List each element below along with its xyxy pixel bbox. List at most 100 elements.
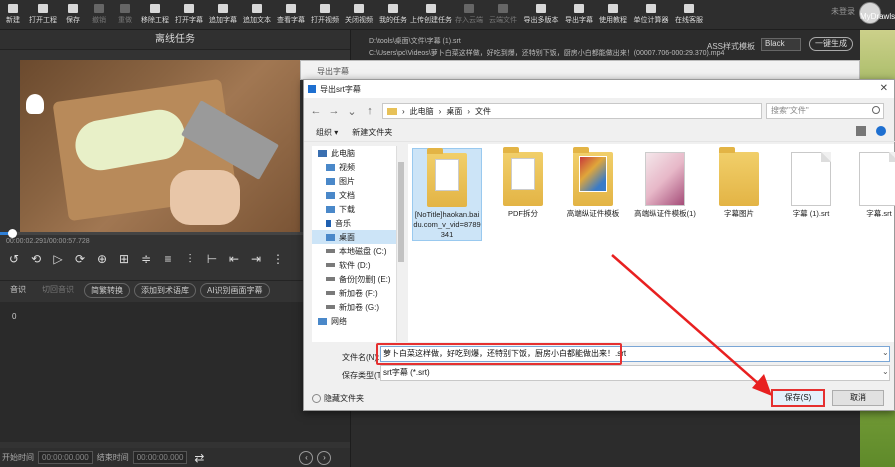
toolbar-button[interactable]: 移除工程 — [138, 0, 172, 29]
edit-button[interactable]: 添加到术语库 — [134, 283, 196, 298]
toolbar-button[interactable]: 保存 — [60, 0, 86, 29]
toolbar-button[interactable]: 撤销 — [86, 0, 112, 29]
ass-template-select[interactable]: Black — [761, 38, 801, 51]
recent-chevron-icon[interactable]: ⌄ — [346, 105, 358, 118]
file-item[interactable]: 字幕.srt — [844, 148, 895, 219]
toolbar-button[interactable]: 云端文件 — [486, 0, 520, 29]
mark-start-icon[interactable]: ⊢ — [204, 251, 220, 267]
prev-icon[interactable]: ⇤ — [226, 251, 242, 267]
subtitle-list[interactable]: 0 — [0, 302, 350, 442]
close-icon[interactable]: ✕ — [880, 83, 888, 94]
nav-scroll-thumb[interactable] — [398, 162, 404, 262]
nav-item[interactable]: 桌面 — [312, 230, 404, 244]
nav-item[interactable]: 新加卷 (G:) — [312, 300, 404, 314]
split-icon[interactable]: ⊞ — [116, 251, 132, 267]
toolbar-button[interactable]: 我的任务 — [376, 0, 410, 29]
organize-button[interactable]: 组织 ▾ — [316, 127, 338, 138]
toolbar-button[interactable]: 上传创建任务 — [410, 0, 452, 29]
toolbar-button[interactable]: 新建 — [0, 0, 26, 29]
start-time-field[interactable]: 00:00:00.000 — [38, 451, 93, 464]
align-center-icon[interactable]: ⫶ — [182, 251, 198, 267]
progress-knob[interactable] — [8, 229, 17, 238]
filetype-chevron-icon[interactable]: ⌄ — [882, 367, 891, 376]
one-click-button[interactable]: 一键生成 — [809, 37, 853, 51]
address-bar[interactable]: › 此电脑 › 桌面 › 文件 — [382, 103, 762, 119]
file-item[interactable]: 字幕 (1).srt — [776, 148, 846, 219]
nav-item[interactable]: 网络 — [312, 314, 404, 328]
nav-item[interactable]: 音乐 — [312, 216, 404, 230]
file-item[interactable]: [NoTitle]haokan.baidu.com_v_vid=8789341 — [412, 148, 482, 241]
cancel-button[interactable]: 取消 — [832, 390, 884, 406]
new-folder-button[interactable]: 新建文件夹 — [352, 127, 392, 138]
search-input[interactable]: 搜索"文件" — [766, 103, 884, 119]
back-arrow-icon[interactable]: ← — [310, 105, 322, 117]
toolbar-label: 打开字幕 — [175, 17, 203, 24]
prev-round-icon[interactable]: ‹ — [299, 450, 314, 465]
edit-button[interactable]: 简繁转换 — [84, 283, 130, 298]
end-time-field[interactable]: 00:00:00.000 — [132, 451, 188, 464]
breadcrumb-desktop[interactable]: 桌面 — [446, 106, 462, 117]
folder-icon — [387, 107, 397, 115]
toolbar-button[interactable]: 导出字幕 — [562, 0, 596, 29]
end-time-label: 结束时间 — [96, 453, 129, 462]
nav-item[interactable]: 本地磁盘 (C:) — [312, 244, 404, 258]
toolbar-button[interactable]: 导出多版本 — [520, 0, 562, 29]
hide-folders-toggle[interactable]: 隐藏文件夹 — [312, 393, 364, 404]
nav-item[interactable]: 视频 — [312, 160, 404, 174]
file-item[interactable]: PDF拆分 — [488, 147, 558, 219]
filetype-select[interactable]: srt字幕 (*.srt) — [380, 365, 890, 381]
login-status[interactable]: 未登录 — [831, 6, 855, 17]
toolbar-button[interactable]: 追加文本 — [240, 0, 274, 29]
nav-item[interactable]: 文档 — [312, 188, 404, 202]
toolbar-button[interactable]: 打开视频 — [308, 0, 342, 29]
merge-icon[interactable]: ≑ — [138, 251, 154, 267]
speed-icon[interactable]: ⊕ — [94, 251, 110, 267]
nav-item[interactable]: 下载 — [312, 202, 404, 216]
view-options-icon[interactable] — [856, 126, 866, 136]
swap-icon[interactable]: ⇄ — [191, 450, 207, 466]
toolbar-button[interactable]: 打开字幕 — [172, 0, 206, 29]
breadcrumb-this-pc[interactable]: 此电脑 — [410, 106, 434, 117]
toolbar-button[interactable]: 查看字幕 — [274, 0, 308, 29]
breadcrumb-files[interactable]: 文件 — [475, 106, 491, 117]
nav-item[interactable]: 此电脑 — [312, 146, 404, 160]
toolbar-button[interactable]: 打开工程 — [26, 0, 60, 29]
up-arrow-icon[interactable]: ↑ — [364, 105, 376, 117]
nav-scrollbar[interactable] — [396, 146, 404, 342]
edit-button[interactable]: 切回音识 — [36, 283, 80, 298]
rewind-icon[interactable]: ↺ — [6, 251, 22, 267]
edit-button[interactable]: AI识别画面字幕 — [200, 283, 270, 298]
next-icon[interactable]: ⇥ — [248, 251, 264, 267]
toolbar-button[interactable]: 追加字幕 — [206, 0, 240, 29]
toolbar-button[interactable]: 存入云端 — [452, 0, 486, 29]
file-item[interactable]: 高端纵证件模板(1) — [630, 148, 700, 219]
nav-item[interactable]: 备份[勿删] (E:) — [312, 272, 404, 286]
nav-item-label: 备份[勿删] (E:) — [339, 274, 391, 284]
back-step-icon[interactable]: ⟲ — [28, 251, 44, 267]
forward-arrow-icon[interactable]: → — [328, 105, 340, 117]
toolbar-button[interactable]: 使用教程 — [596, 0, 630, 29]
video-progress-bar[interactable] — [0, 232, 350, 235]
toolbar-button[interactable]: 在线客服 — [672, 0, 706, 29]
next-round-icon[interactable]: › — [317, 450, 332, 465]
forward-step-icon[interactable]: ⟳ — [72, 251, 88, 267]
video-preview[interactable] — [20, 60, 300, 232]
nav-item[interactable]: 图片 — [312, 174, 404, 188]
toolbar-button[interactable]: 重做 — [112, 0, 138, 29]
more-icon[interactable]: ⋮ — [270, 251, 286, 267]
file-item[interactable]: 字幕图片 — [704, 147, 774, 219]
documents-icon — [326, 191, 335, 199]
help-icon[interactable] — [876, 126, 886, 136]
filename-chevron-icon[interactable]: ⌄ — [882, 348, 891, 357]
align-icon[interactable]: ≡ — [160, 251, 176, 267]
toolbar-label: 新建 — [6, 17, 20, 24]
edit-button[interactable]: 音识 — [4, 283, 32, 298]
drive-icon — [326, 291, 335, 295]
nav-item[interactable]: 新加卷 (F:) — [312, 286, 404, 300]
toolbar-button[interactable]: 单位计算器 — [630, 0, 672, 29]
file-item[interactable]: 高端纵证件模板 — [558, 147, 628, 219]
play-icon[interactable]: ▷ — [50, 251, 66, 267]
nav-item[interactable]: 软件 (D:) — [312, 258, 404, 272]
toolbar-button[interactable]: 关闭视频 — [342, 0, 376, 29]
nav-item-label: 图片 — [339, 176, 355, 186]
